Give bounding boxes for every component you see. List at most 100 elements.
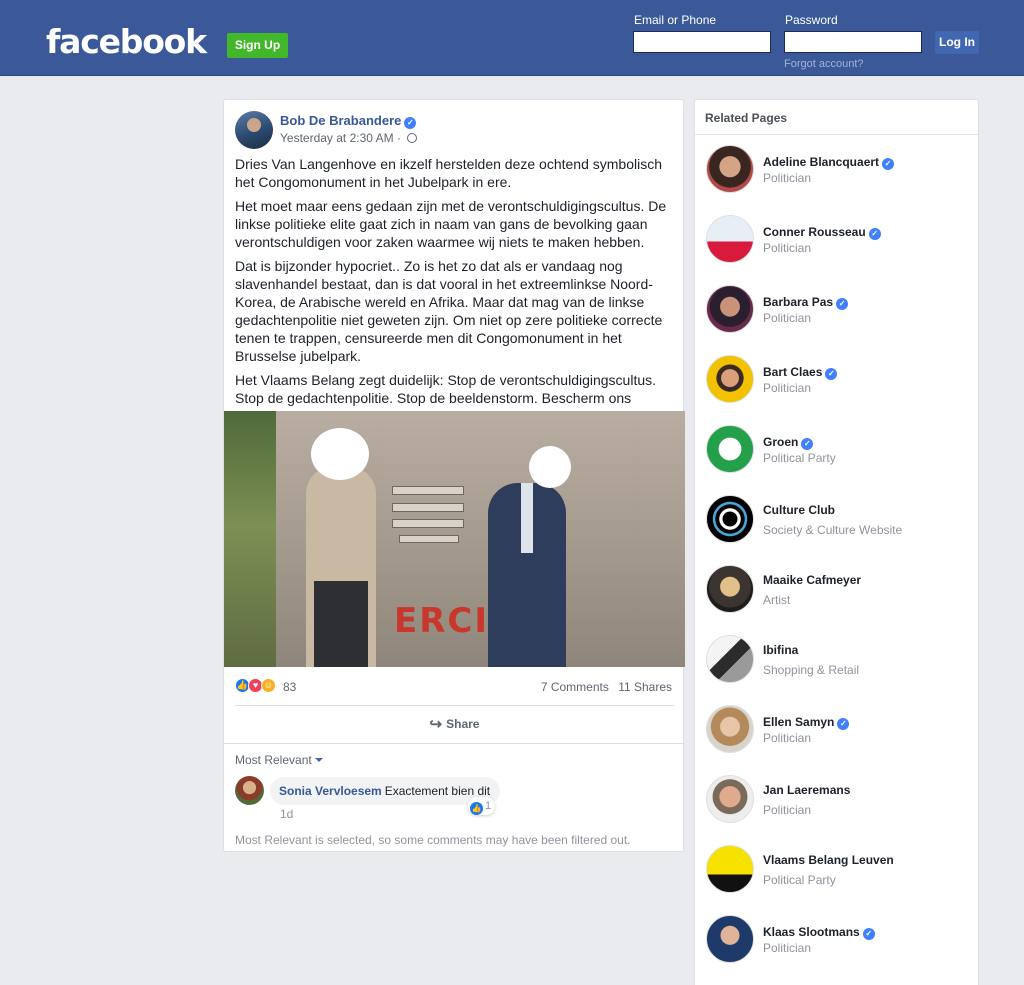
divider — [235, 705, 674, 706]
photo-foliage — [224, 411, 276, 667]
comment-like-count[interactable]: 👍 1 — [468, 797, 496, 815]
page-name: Maaike Cafmeyer — [763, 573, 862, 587]
blurred-face — [311, 428, 369, 480]
page-category: Politician — [763, 311, 812, 325]
page-category: Politician — [763, 381, 812, 395]
log-in-button[interactable]: Log In — [935, 31, 979, 54]
post-author-name[interactable]: Bob De Brabandere — [280, 113, 401, 128]
post-paragraph: Het moet maar eens gedaan zijn met de ve… — [235, 198, 667, 250]
related-page-item[interactable]: Groen ✓ Political Party — [695, 425, 978, 485]
related-page-item[interactable]: Barbara Pas ✓ Politician — [695, 285, 978, 345]
related-page-item[interactable]: Maaike Cafmeyer Artist — [695, 565, 978, 625]
like-icon: 👍 — [470, 802, 483, 815]
comment-bubble: Sonia Vervloesem Exactement bien dit — [270, 777, 501, 805]
post-paragraph: Dat is bijzonder hypocriet.. Zo is het z… — [235, 258, 663, 364]
engagement-stats: 7 Comments 11 Shares — [535, 680, 672, 694]
comment-text: Exactement bien dit — [384, 784, 491, 798]
page-avatar — [706, 915, 754, 963]
photo-plaque — [392, 486, 464, 495]
verified-badge-icon: ✓ — [868, 228, 881, 240]
author-avatar[interactable] — [235, 111, 273, 149]
verified-badge-icon: ✓ — [862, 928, 875, 940]
photo-plaque — [399, 535, 459, 543]
page-avatar — [706, 845, 754, 893]
filter-note: Most Relevant is selected, so some comme… — [235, 833, 631, 847]
page-category: Politician — [763, 731, 812, 745]
related-page-item[interactable]: Jan Laeremans Politician — [695, 775, 978, 835]
page-avatar — [706, 285, 754, 333]
page-name: Conner Rousseau ✓ — [763, 225, 881, 240]
page-category: Shopping & Retail — [763, 663, 860, 677]
post-card: Bob De Brabandere ✓ Yesterday at 2:30 AM … — [223, 99, 685, 852]
page-name: Bart Claes ✓ — [763, 365, 838, 380]
verified-badge-icon: ✓ — [882, 158, 895, 170]
verified-badge-icon: ✓ — [801, 438, 814, 450]
share-label: Share — [446, 717, 480, 731]
page-avatar — [706, 425, 754, 473]
related-page-item[interactable]: Ellen Samyn ✓ Politician — [695, 705, 978, 765]
page-category: Politician — [763, 241, 812, 255]
comments-count[interactable]: 7 Comments — [541, 680, 609, 694]
care-reaction-icon: ☺ — [261, 678, 276, 693]
password-label: Password — [785, 13, 838, 27]
commenter-name[interactable]: Sonia Vervloesem — [279, 784, 382, 798]
post-time-text[interactable]: Yesterday at 2:30 AM — [280, 131, 394, 145]
comment-sort-dropdown[interactable]: Most Relevant — [235, 753, 323, 767]
related-page-item[interactable]: Conner Rousseau ✓ Politician — [695, 215, 978, 275]
related-pages-panel: Related Pages Adeline Blancquaert ✓ Polit… — [694, 99, 979, 985]
page-name: Klaas Slootmans ✓ — [763, 925, 875, 940]
post-timestamp[interactable]: Yesterday at 2:30 AM · — [280, 131, 418, 145]
password-input[interactable] — [784, 31, 922, 53]
page-name: Adeline Blancquaert ✓ — [763, 155, 895, 170]
page-category: Politician — [763, 803, 812, 817]
related-page-item[interactable]: Vlaams Belang Leuven Political Party — [695, 845, 978, 905]
related-page-item[interactable]: Adeline Blancquaert ✓ Politician — [695, 145, 978, 205]
email-label: Email or Phone — [634, 13, 717, 27]
post-author[interactable]: Bob De Brabandere ✓ — [280, 113, 417, 129]
email-input[interactable] — [633, 31, 771, 53]
page-name: Jan Laeremans — [763, 783, 851, 797]
comment-likes: 1 — [485, 800, 492, 812]
share-button[interactable]: ↪ Share — [224, 708, 685, 741]
page-name: Vlaams Belang Leuven — [763, 853, 894, 867]
post-paragraph: Dries Van Langenhove en ikzelf herstelde… — [235, 156, 662, 190]
page-name: Ibifina — [763, 643, 799, 657]
verified-badge-icon: ✓ — [836, 298, 849, 310]
sort-label: Most Relevant — [235, 753, 312, 767]
globe-icon — [407, 133, 418, 143]
sign-up-button[interactable]: Sign Up — [227, 33, 288, 58]
verified-badge-icon: ✓ — [837, 718, 850, 730]
top-bar: facebook Sign Up Email or Phone Password… — [0, 0, 1024, 76]
related-page-item[interactable]: Culture Club Society & Culture Website — [695, 495, 978, 555]
comment-time[interactable]: 1d — [280, 807, 293, 821]
blurred-face — [529, 446, 571, 488]
page-avatar — [706, 775, 754, 823]
divider — [224, 743, 685, 744]
page-category: Political Party — [763, 451, 836, 465]
reaction-count[interactable]: 83 — [283, 680, 296, 694]
photo-person-left — [306, 466, 376, 667]
page-name: Groen ✓ — [763, 435, 814, 450]
shares-count[interactable]: 11 Shares — [618, 680, 672, 694]
page-category: Society & Culture Website — [763, 523, 903, 537]
photo-plaque — [392, 519, 464, 528]
verified-badge-icon: ✓ — [404, 117, 417, 129]
page-category: Artist — [763, 593, 791, 607]
share-icon: ↪ — [429, 716, 443, 733]
related-page-item[interactable]: Ibifina Shopping & Retail — [695, 635, 978, 695]
post-text: Dries Van Langenhove en ikzelf herstelde… — [235, 155, 675, 431]
page-avatar — [706, 355, 754, 403]
photo-person-right — [488, 483, 566, 667]
post-photo[interactable]: ERCI — [224, 411, 685, 667]
page-name: Culture Club — [763, 503, 835, 517]
page-avatar — [706, 705, 754, 753]
forgot-account-link[interactable]: Forgot account? — [784, 58, 864, 70]
page-avatar — [706, 145, 754, 193]
page-name: Barbara Pas ✓ — [763, 295, 849, 310]
verified-badge-icon: ✓ — [825, 368, 838, 380]
related-page-item[interactable]: Bart Claes ✓ Politician — [695, 355, 978, 415]
related-page-item[interactable]: Klaas Slootmans ✓ Politician — [695, 915, 978, 975]
divider — [695, 134, 978, 135]
facebook-logo[interactable]: facebook — [46, 22, 207, 61]
commenter-avatar[interactable] — [235, 776, 264, 805]
